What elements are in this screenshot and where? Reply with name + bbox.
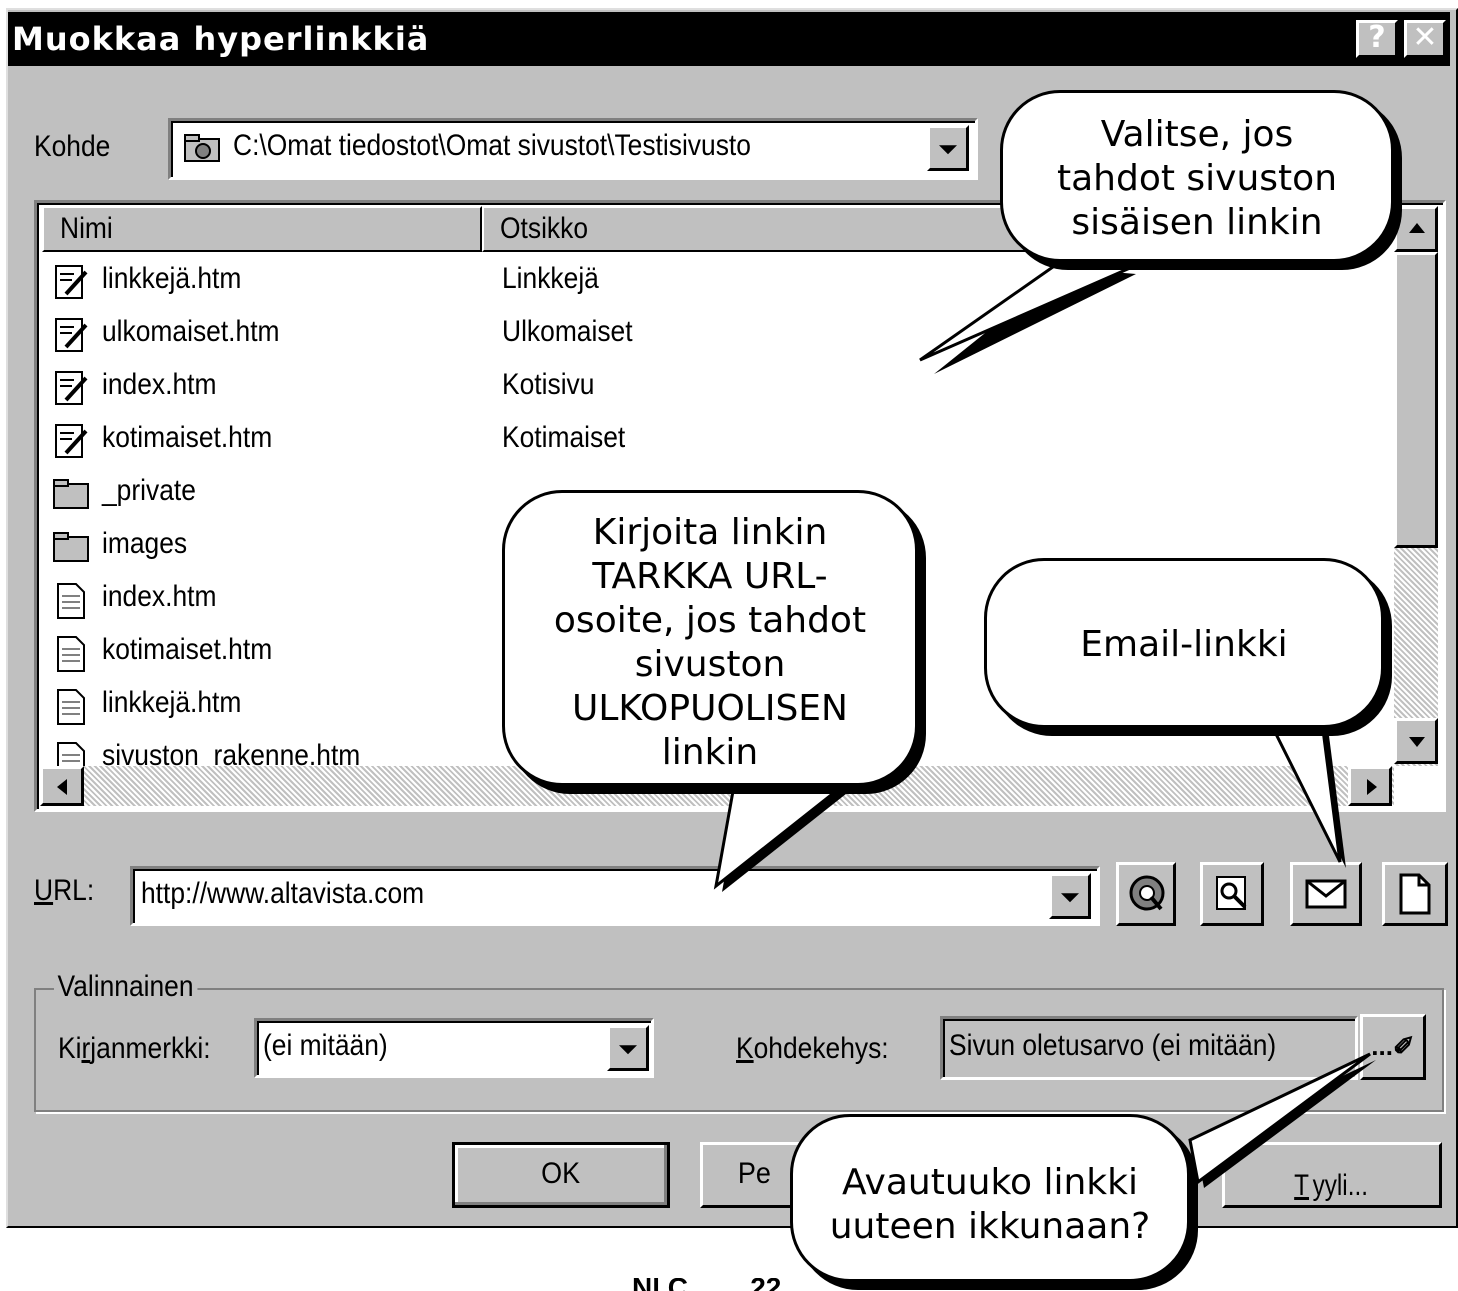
- callout-new-window: Avautuuko linkki uuteen ikkunaan?: [790, 1114, 1190, 1282]
- callout-email-link: Email-linkki: [984, 558, 1384, 728]
- footer-text: Nl C 22: [632, 1278, 781, 1291]
- callout-internal-link: Valitse, jos tahdot sivuston sisäisen link…: [1000, 90, 1394, 262]
- callout-external-url: Kirjoita linkin TARKKA URL-osoite, jos ta…: [502, 490, 918, 786]
